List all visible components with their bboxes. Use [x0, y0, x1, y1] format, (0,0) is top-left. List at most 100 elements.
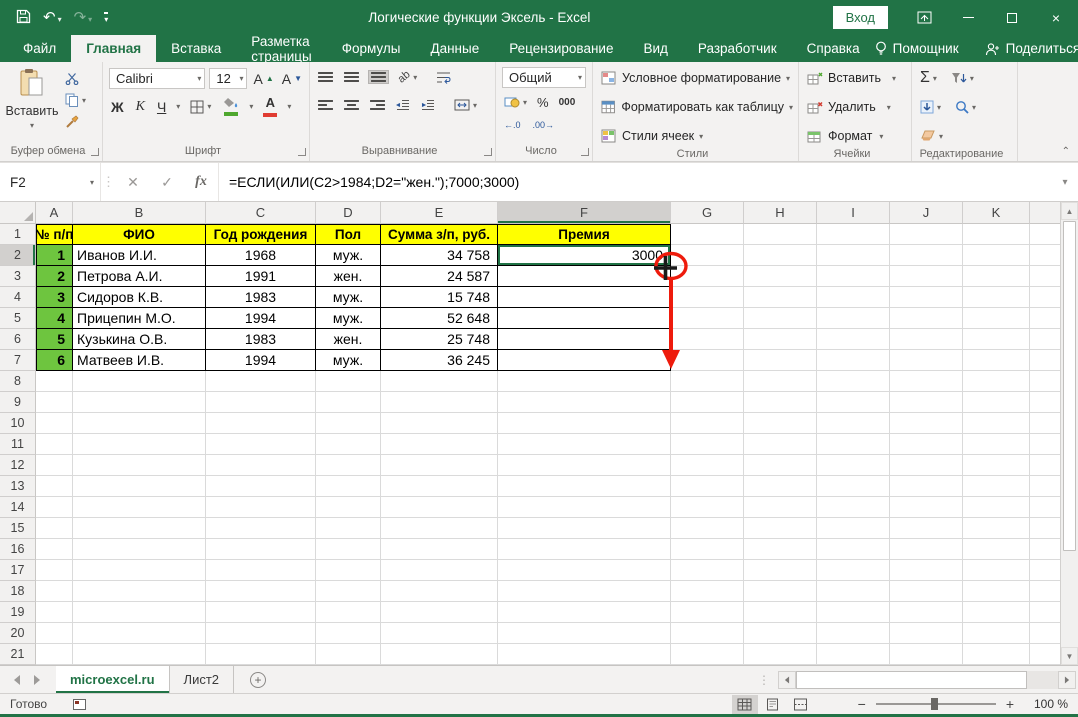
cell-I9[interactable]: [817, 392, 890, 413]
cell-D11[interactable]: [316, 434, 381, 455]
row-header-2[interactable]: 2: [0, 245, 36, 266]
fill-button[interactable]: ▾: [918, 99, 943, 115]
scroll-right-icon[interactable]: [1058, 671, 1076, 689]
cell-J10[interactable]: [890, 413, 963, 434]
cell-H1[interactable]: [744, 224, 817, 245]
cell-G17[interactable]: [671, 560, 744, 581]
undo-button[interactable]: ↶▾: [43, 9, 62, 27]
cell-F10[interactable]: [498, 413, 671, 434]
ribbon-tab-7[interactable]: Вид: [628, 35, 682, 62]
column-header-J[interactable]: J: [890, 202, 963, 224]
cell-J12[interactable]: [890, 455, 963, 476]
zoom-slider-thumb[interactable]: [931, 698, 938, 710]
cell-G7[interactable]: [671, 350, 744, 371]
cell-K7[interactable]: [963, 350, 1030, 371]
cell-K3[interactable]: [963, 266, 1030, 287]
next-sheet-icon[interactable]: [34, 675, 40, 685]
shrink-font-button[interactable]: А▼: [280, 70, 304, 88]
cell-C5[interactable]: 1994: [206, 308, 316, 329]
column-header-A[interactable]: A: [36, 202, 73, 224]
cell-D7[interactable]: муж.: [316, 350, 381, 371]
conditional-formatting-button[interactable]: Условное форматирование▾: [601, 66, 793, 90]
cell-C8[interactable]: [206, 371, 316, 392]
cell-B17[interactable]: [73, 560, 206, 581]
ribbon-tab-4[interactable]: Формулы: [327, 35, 416, 62]
cell-K17[interactable]: [963, 560, 1030, 581]
column-header-I[interactable]: I: [817, 202, 890, 224]
cell-H9[interactable]: [744, 392, 817, 413]
row-header-1[interactable]: 1: [0, 224, 36, 245]
new-sheet-button[interactable]: +: [234, 666, 282, 693]
cell-H7[interactable]: [744, 350, 817, 371]
cell-E6[interactable]: 25 748: [381, 329, 498, 350]
cell-E5[interactable]: 52 648: [381, 308, 498, 329]
expand-formula-bar-icon[interactable]: ▾: [1052, 163, 1078, 201]
cell-A2[interactable]: 1: [36, 245, 73, 266]
cell-C1[interactable]: Год рождения: [206, 224, 316, 245]
select-all-corner[interactable]: [0, 202, 36, 224]
scroll-up-icon[interactable]: ▲: [1061, 202, 1078, 220]
macro-record-icon[interactable]: [73, 699, 86, 710]
cell-E11[interactable]: [381, 434, 498, 455]
sheet-tab-1[interactable]: Лист2: [170, 666, 234, 693]
cell-A12[interactable]: [36, 455, 73, 476]
cell-D5[interactable]: муж.: [316, 308, 381, 329]
row-header-9[interactable]: 9: [0, 392, 36, 413]
cell-B9[interactable]: [73, 392, 206, 413]
cell-C15[interactable]: [206, 518, 316, 539]
row-header-7[interactable]: 7: [0, 350, 36, 371]
cell-G3[interactable]: [671, 266, 744, 287]
align-top-button[interactable]: [316, 71, 335, 83]
sort-filter-button[interactable]: ▾: [949, 71, 976, 86]
grow-font-button[interactable]: А▲: [251, 70, 275, 88]
cell-D3[interactable]: жен.: [316, 266, 381, 287]
cell-A18[interactable]: [36, 581, 73, 602]
ribbon-tab-3[interactable]: Разметка страницы: [236, 35, 326, 62]
cell-D6[interactable]: жен.: [316, 329, 381, 350]
column-header-B[interactable]: B: [73, 202, 206, 224]
ribbon-tab-0[interactable]: Файл: [8, 35, 71, 62]
cell-F2[interactable]: 3000: [498, 245, 671, 266]
cell-B2[interactable]: Иванов И.И.: [73, 245, 206, 266]
cell-I6[interactable]: [817, 329, 890, 350]
cell-D17[interactable]: [316, 560, 381, 581]
cell-K5[interactable]: [963, 308, 1030, 329]
cell-J14[interactable]: [890, 497, 963, 518]
row-header-10[interactable]: 10: [0, 413, 36, 434]
cell-H3[interactable]: [744, 266, 817, 287]
cell-B3[interactable]: Петрова А.И.: [73, 266, 206, 287]
format-painter-button[interactable]: [63, 114, 88, 130]
align-center-button[interactable]: [342, 99, 361, 111]
cell-F1[interactable]: Премия: [498, 224, 671, 245]
cell-J16[interactable]: [890, 539, 963, 560]
cell-B10[interactable]: [73, 413, 206, 434]
cell-D19[interactable]: [316, 602, 381, 623]
cell-E7[interactable]: 36 245: [381, 350, 498, 371]
cell-E17[interactable]: [381, 560, 498, 581]
cell-I17[interactable]: [817, 560, 890, 581]
delete-cells-button[interactable]: Удалить▾: [807, 95, 906, 119]
cell-A8[interactable]: [36, 371, 73, 392]
cell-A1[interactable]: № п/п: [36, 224, 73, 245]
cell-E2[interactable]: 34 758: [381, 245, 498, 266]
increase-decimal-button[interactable]: ←.0: [502, 119, 523, 131]
number-dialog-launcher[interactable]: [581, 148, 589, 156]
cell-F21[interactable]: [498, 644, 671, 665]
cell-G1[interactable]: [671, 224, 744, 245]
row-header-21[interactable]: 21: [0, 644, 36, 665]
cell-H6[interactable]: [744, 329, 817, 350]
cell-J13[interactable]: [890, 476, 963, 497]
cell-C17[interactable]: [206, 560, 316, 581]
cell-H19[interactable]: [744, 602, 817, 623]
collapse-ribbon-icon[interactable]: ⌃: [1062, 146, 1070, 157]
cell-G15[interactable]: [671, 518, 744, 539]
sheet-tab-0[interactable]: microexcel.ru: [56, 666, 170, 693]
cell-I4[interactable]: [817, 287, 890, 308]
cell-G8[interactable]: [671, 371, 744, 392]
row-header-8[interactable]: 8: [0, 371, 36, 392]
cell-I14[interactable]: [817, 497, 890, 518]
align-left-button[interactable]: [316, 99, 335, 111]
cell-D8[interactable]: [316, 371, 381, 392]
cell-C14[interactable]: [206, 497, 316, 518]
comma-style-button[interactable]: 000: [557, 96, 578, 109]
